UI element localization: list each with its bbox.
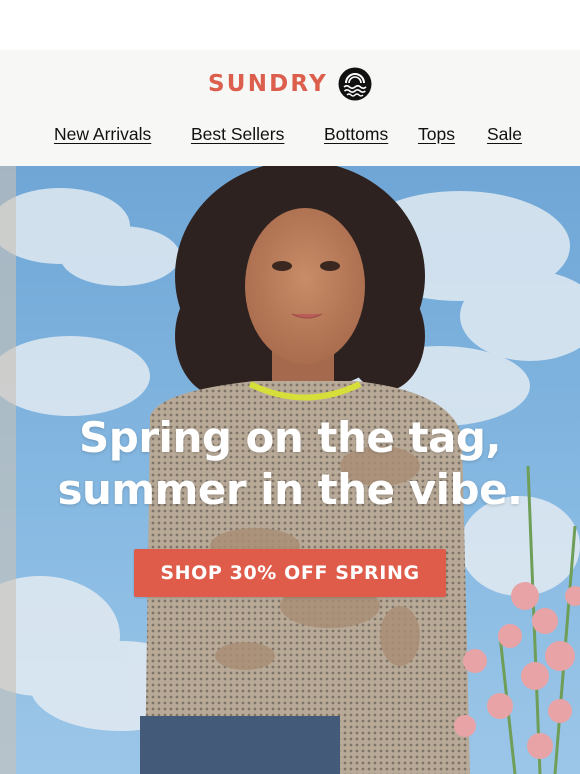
email-header: SUNDRY New Arrivals Best Sellers Bottoms… [0,50,580,166]
top-spacer [0,0,580,50]
hero-banner[interactable]: Spring on the tag, summer in the vibe. S… [0,166,580,774]
brand-logo[interactable]: SUNDRY [0,66,580,102]
nav-best-sellers[interactable]: Best Sellers [191,124,284,145]
headline-line-2: summer in the vibe. [57,465,523,514]
nav-bottoms[interactable]: Bottoms [324,124,388,145]
headline-line-1: Spring on the tag, [79,413,501,462]
main-nav: New Arrivals Best Sellers Bottoms Tops S… [0,124,580,150]
shop-sale-button[interactable]: SHOP 30% OFF SPRING [134,549,446,597]
nav-tops[interactable]: Tops [418,124,455,145]
nav-sale[interactable]: Sale [487,124,522,145]
hero-headline: Spring on the tag, summer in the vibe. [0,412,580,516]
nav-new-arrivals[interactable]: New Arrivals [54,124,151,145]
sun-waves-icon [338,67,372,101]
brand-wordmark: SUNDRY [208,71,328,97]
